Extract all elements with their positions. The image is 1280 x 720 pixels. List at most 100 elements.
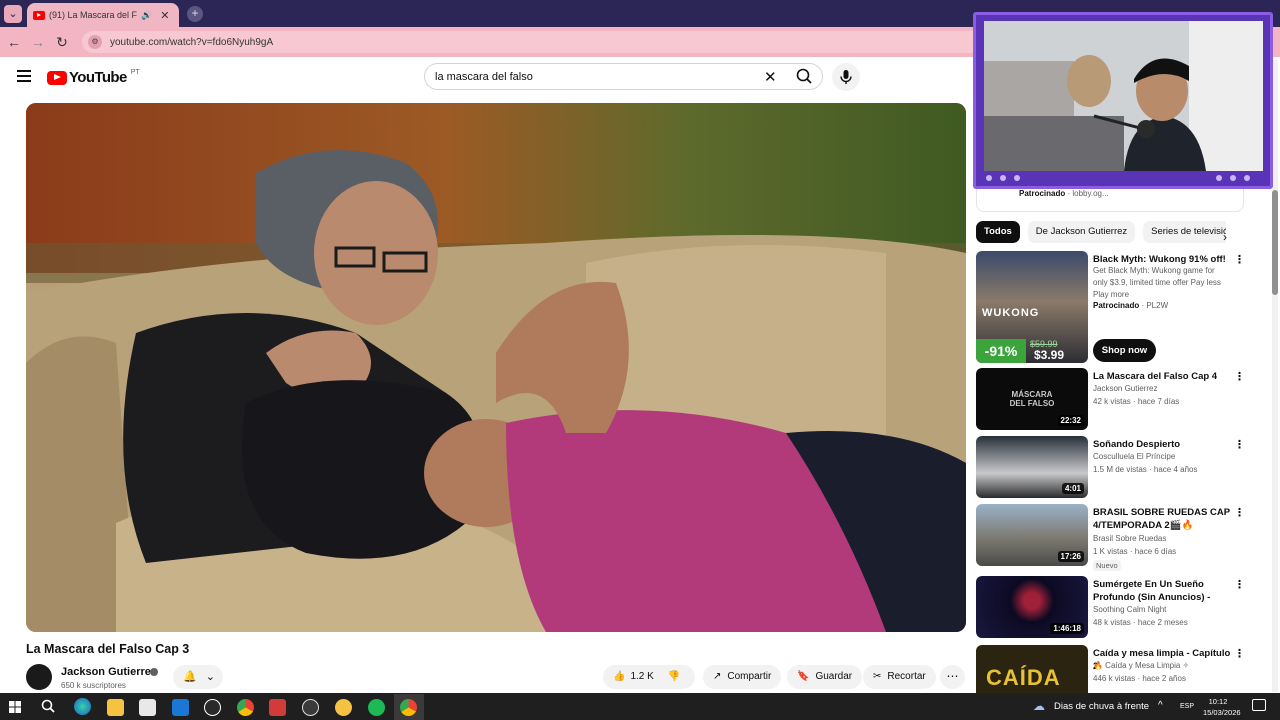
youtube-logo[interactable]: YouTube PT bbox=[47, 69, 140, 86]
youtube-favicon-icon bbox=[33, 10, 45, 20]
sponsored-line: Patrocinado · lobby.og... bbox=[1019, 189, 1109, 198]
save-label: Guardar bbox=[815, 671, 853, 682]
sponsored-domain[interactable]: lobby.og... bbox=[1072, 189, 1108, 198]
start-button[interactable] bbox=[9, 700, 21, 713]
site-info-icon[interactable]: ⚙ bbox=[88, 35, 102, 49]
more-vert-icon[interactable]: ⋮ bbox=[1234, 578, 1245, 591]
thumb-text: MÁSCARA DEL FALSO bbox=[1009, 390, 1055, 408]
video-duration: 1:46:18 bbox=[1050, 623, 1084, 634]
clip-label: Recortar bbox=[887, 671, 926, 682]
search-query: la mascara del falso bbox=[435, 71, 533, 83]
video-title[interactable]: Soñando Despierto bbox=[1093, 438, 1231, 451]
taskbar-search-icon[interactable] bbox=[40, 698, 56, 719]
tray-chevron-icon[interactable]: ^ bbox=[1158, 700, 1163, 711]
clip-button[interactable]: ✂ Recortar bbox=[863, 665, 936, 689]
ad-item[interactable]: WUKONG -91% $59.99 $3.99 Black Myth: Wuk… bbox=[976, 251, 1251, 363]
media-player-icon[interactable] bbox=[204, 699, 221, 716]
channel-name[interactable]: 🔥 Caída y Mesa Limpia ✧ bbox=[1093, 661, 1189, 670]
notepad-icon[interactable] bbox=[139, 699, 156, 716]
ad-thumb-game: WUKONG bbox=[982, 307, 1040, 319]
save-button[interactable]: 🔖 Guardar bbox=[787, 665, 863, 689]
video-thumbnail[interactable]: MÁSCARA DEL FALSO 22:32 bbox=[976, 368, 1088, 430]
video-title[interactable]: Sumérgete En Un Sueño Profundo (Sin Anun… bbox=[1093, 578, 1231, 604]
chip-all[interactable]: Todos bbox=[976, 221, 1020, 243]
clear-search-icon[interactable]: ✕ bbox=[764, 68, 777, 86]
new-tab-button[interactable]: + bbox=[187, 6, 203, 22]
thumbs-up-icon: 👍 bbox=[613, 671, 626, 682]
video-thumbnail[interactable]: 1:46:18 bbox=[976, 576, 1088, 638]
sponsored-label: Patrocinado bbox=[1019, 189, 1066, 198]
chip-tv-series[interactable]: Series de televisión bbox=[1143, 221, 1226, 243]
address-bar[interactable]: ⚙ youtube.com/watch?v=fdo6Nyuh9gA bbox=[82, 31, 982, 53]
recommended-video[interactable]: 4:01 Soñando Despierto Cosculluela El Pr… bbox=[976, 436, 1251, 498]
search-button[interactable] bbox=[785, 64, 823, 89]
more-vert-icon[interactable]: ⋮ bbox=[1234, 438, 1245, 451]
more-vert-icon[interactable]: ⋮ bbox=[1234, 647, 1245, 660]
recommended-video[interactable]: CAÍDA Caída y mesa limpia - Capítulo 2 🔥… bbox=[976, 645, 1251, 693]
active-app-highlight[interactable] bbox=[394, 694, 424, 720]
channel-name[interactable]: Jackson Gutierrez bbox=[61, 666, 156, 678]
video-thumbnail[interactable]: 17:26 bbox=[976, 504, 1088, 566]
new-badge: Nuevo bbox=[1093, 560, 1121, 571]
outlook-icon[interactable] bbox=[172, 699, 189, 716]
video-title[interactable]: BRASIL SOBRE RUEDAS CAP 4/TEMPORADA 2🎬🔥 bbox=[1093, 506, 1231, 532]
more-vert-icon[interactable]: ⋮ bbox=[1234, 253, 1245, 266]
notification-icon[interactable] bbox=[1252, 699, 1266, 711]
more-actions-button[interactable]: ⋯ bbox=[940, 665, 965, 689]
video-title[interactable]: La Mascara del Falso Cap 4 bbox=[1093, 370, 1231, 383]
channel-name[interactable]: Cosculluela El Príncipe bbox=[1093, 452, 1175, 461]
channel-name[interactable]: Jackson Gutierrez bbox=[1093, 384, 1157, 393]
recommended-video[interactable]: 17:26 BRASIL SOBRE RUEDAS CAP 4/TEMPORAD… bbox=[976, 504, 1251, 571]
forward-arrow-icon[interactable]: → bbox=[30, 34, 46, 50]
shop-now-button[interactable]: Shop now bbox=[1093, 339, 1156, 362]
app-icon[interactable] bbox=[335, 699, 352, 716]
channel-avatar[interactable] bbox=[26, 664, 52, 690]
dislike-button[interactable]: 👎 bbox=[668, 665, 680, 689]
tab-search-icon[interactable]: ⌄ bbox=[4, 5, 22, 23]
search-icon bbox=[796, 68, 812, 84]
file-explorer-icon[interactable] bbox=[107, 699, 124, 716]
reload-icon[interactable]: ↻ bbox=[54, 34, 70, 50]
browser-tab[interactable]: (91) La Mascara del Falso C 🔊 ✕ bbox=[27, 3, 179, 27]
audio-playing-icon[interactable]: 🔊 bbox=[141, 10, 152, 21]
clock[interactable]: 10:12 15/03/2026 bbox=[1203, 696, 1241, 718]
menu-icon[interactable] bbox=[17, 70, 31, 82]
video-player[interactable] bbox=[26, 103, 966, 632]
bell-icon: 🔔 bbox=[183, 671, 197, 683]
notifications-button[interactable]: 🔔 ⌄ bbox=[173, 665, 223, 689]
channel-name[interactable]: Soothing Calm Night bbox=[1093, 605, 1166, 614]
video-thumbnail[interactable]: CAÍDA bbox=[976, 645, 1088, 693]
channel-name[interactable]: Brasil Sobre Ruedas bbox=[1093, 534, 1166, 543]
weather-text[interactable]: Dias de chuva à frente bbox=[1054, 701, 1149, 712]
windows-logo-icon bbox=[9, 701, 21, 713]
share-button[interactable]: ↗ Compartir bbox=[703, 665, 782, 689]
more-vert-icon[interactable]: ⋮ bbox=[1234, 506, 1245, 519]
calendar-app-icon[interactable] bbox=[269, 699, 286, 716]
like-count: 1.2 K bbox=[630, 671, 654, 682]
more-vert-icon[interactable]: ⋮ bbox=[1234, 370, 1245, 383]
webcam-scene-image bbox=[984, 21, 1263, 171]
edge-icon[interactable] bbox=[74, 698, 91, 715]
spotify-icon[interactable] bbox=[368, 699, 385, 716]
recommended-video[interactable]: MÁSCARA DEL FALSO 22:32 La Mascara del F… bbox=[976, 368, 1251, 430]
input-language[interactable]: ESP bbox=[1180, 703, 1194, 710]
recommended-video[interactable]: 1:46:18 Sumérgete En Un Sueño Profundo (… bbox=[976, 576, 1251, 638]
search-input[interactable]: la mascara del falso ✕ bbox=[424, 63, 823, 90]
chrome-icon[interactable] bbox=[237, 699, 254, 716]
like-dislike-group: 👍 1.2 K 👎 bbox=[603, 665, 695, 689]
scrollbar-thumb[interactable] bbox=[1272, 190, 1278, 295]
like-button[interactable]: 👍 1.2 K bbox=[613, 665, 654, 689]
ad-thumb-price: $3.99 bbox=[1034, 348, 1065, 362]
ad-sponsor-label: Patrocinado bbox=[1093, 301, 1140, 310]
subscriber-count: 650 k suscriptores bbox=[61, 681, 126, 690]
ad-thumbnail[interactable]: WUKONG -91% $59.99 $3.99 bbox=[976, 251, 1088, 363]
chip-from-channel[interactable]: De Jackson Gutierrez bbox=[1027, 221, 1136, 243]
obs-icon[interactable] bbox=[302, 699, 319, 716]
voice-search-button[interactable] bbox=[832, 63, 860, 91]
thumb-text: CAÍDA bbox=[986, 665, 1061, 690]
back-arrow-icon[interactable]: ← bbox=[6, 34, 22, 50]
tab-close-icon[interactable]: ✕ bbox=[160, 9, 169, 22]
bookmark-icon: 🔖 bbox=[797, 671, 810, 682]
chevron-right-icon[interactable]: › bbox=[1223, 230, 1227, 244]
video-thumbnail[interactable]: 4:01 bbox=[976, 436, 1088, 498]
